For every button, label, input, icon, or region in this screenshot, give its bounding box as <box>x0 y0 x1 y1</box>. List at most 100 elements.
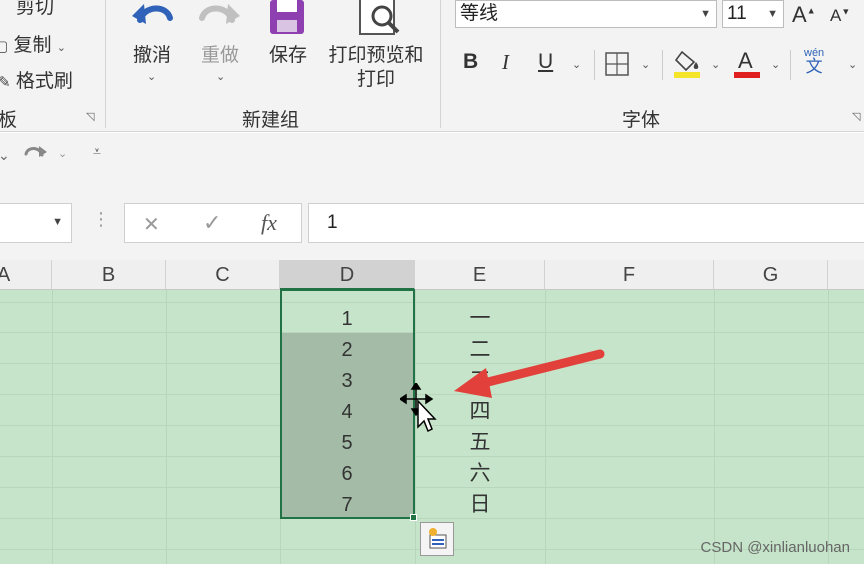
ribbon: 剪切 ▢ 复制 ⌄ ✎ 格式刷 板 ◹ 撤消 ⌄ 重做 ⌄ 保存 打印预览和 打… <box>0 0 864 132</box>
cell-d1[interactable]: 1 <box>280 304 414 334</box>
brush-icon: ✎ <box>0 74 11 91</box>
redo-small-icon[interactable] <box>22 143 48 170</box>
italic-button[interactable]: I <box>502 50 509 75</box>
chevron-down-icon[interactable]: ▼ <box>700 1 711 27</box>
chevron-down-icon[interactable]: ▼ <box>52 216 63 228</box>
column-header-d[interactable]: D <box>280 260 415 290</box>
phonetic-button[interactable]: wén 文 <box>804 46 824 76</box>
cell-e7[interactable]: 日 <box>415 490 545 520</box>
newgroup-label: 新建组 <box>242 110 300 131</box>
underline-dropdown-icon[interactable]: ⌄ <box>572 58 581 71</box>
fill-dropdown-icon[interactable]: ⌄ <box>711 58 720 71</box>
column-header-e[interactable]: E <box>415 260 545 290</box>
grow-font-button[interactable]: A▲ <box>792 2 816 28</box>
print-preview-label[interactable]: 打印预览和 打印 <box>324 44 428 92</box>
format-painter-button[interactable]: ✎ 格式刷 <box>0 66 73 93</box>
copy-label: 复制 <box>13 35 52 56</box>
font-group-label: 字体 <box>622 110 661 131</box>
shrink-font-button[interactable]: A▼ <box>830 6 850 26</box>
save-label[interactable]: 保存 <box>264 44 312 68</box>
move-cursor-icon <box>400 383 437 433</box>
border-dropdown-icon[interactable]: ⌄ <box>641 58 650 71</box>
cell-e1[interactable]: 一 <box>415 304 545 334</box>
undo-dropdown-icon[interactable]: ⌄ <box>147 70 156 83</box>
column-letter: A <box>0 264 11 286</box>
grip-icon: ⋮ <box>92 209 110 229</box>
customize-qat-icon[interactable]: ⩡ <box>93 143 101 160</box>
dialog-launcher-icon[interactable]: ◹ <box>86 110 94 123</box>
group-divider <box>440 0 441 128</box>
grow-font-icon: A <box>792 2 807 27</box>
column-letter: C <box>215 264 230 286</box>
quick-analysis-icon[interactable] <box>420 522 454 556</box>
annotation-arrow <box>454 349 605 398</box>
format-painter-label: 格式刷 <box>15 71 73 92</box>
redo-dropdown-icon: ⌄ <box>216 71 226 83</box>
column-header-g[interactable]: G <box>714 260 828 290</box>
print-preview-label-line2: 打印 <box>356 69 395 90</box>
name-box[interactable]: ▼ <box>0 203 72 243</box>
shrink-font-icon: A <box>830 6 842 25</box>
formula-input[interactable]: 1 <box>308 203 864 243</box>
cell-d5[interactable]: 5 <box>280 428 414 458</box>
watermark: CSDN @xinlianluohan <box>700 539 850 556</box>
cell-e6[interactable]: 六 <box>415 459 545 489</box>
column-header-b[interactable]: B <box>52 260 166 290</box>
column-letter: B <box>101 264 116 286</box>
font-name-combo[interactable]: 等线 ▼ <box>455 0 717 28</box>
bold-button[interactable]: B <box>463 50 478 74</box>
column-header-h[interactable] <box>828 260 864 290</box>
fill-color-icon[interactable] <box>674 48 702 80</box>
print-preview-label-line1: 打印预览和 <box>328 45 424 66</box>
save-icon[interactable] <box>268 0 308 36</box>
enter-icon[interactable]: ✓ <box>203 210 221 236</box>
column-header-c[interactable]: C <box>166 260 280 290</box>
clipboard-group-label: 板 <box>0 110 18 131</box>
chevron-down-icon[interactable]: ⌄ <box>0 147 10 164</box>
cell-d7[interactable]: 7 <box>280 490 414 520</box>
formula-value: 1 <box>327 212 338 233</box>
chevron-down-icon[interactable]: ▼ <box>767 1 778 27</box>
print-preview-icon[interactable] <box>358 0 402 38</box>
group-divider <box>105 0 106 128</box>
font-color-icon[interactable]: A <box>734 48 762 80</box>
quick-access-toolbar: ⌄ ⌄ ⩡ <box>0 133 864 183</box>
chevron-down-icon[interactable]: ⌄ <box>58 147 67 160</box>
font-color-dropdown-icon[interactable]: ⌄ <box>771 58 780 71</box>
fx-icon[interactable]: fx <box>261 210 277 236</box>
gridline <box>0 302 864 303</box>
column-letter: F <box>622 264 636 286</box>
phonetic-char: 文 <box>805 57 823 76</box>
underline-button[interactable]: U <box>538 50 553 74</box>
divider <box>790 50 791 80</box>
cell-d2[interactable]: 2 <box>280 335 414 365</box>
formula-controls: ✕ ✓ fx <box>124 203 302 243</box>
column-header-a[interactable]: A <box>0 260 52 290</box>
undo-icon[interactable] <box>130 0 176 40</box>
copy-button[interactable]: ▢ 复制 ⌄ <box>0 30 66 57</box>
font-size-value: 11 <box>727 3 747 24</box>
formula-bar-area: ▼ ⋮ ✕ ✓ fx 1 <box>0 183 864 260</box>
divider <box>662 50 663 80</box>
font-name-value: 等线 <box>460 3 499 24</box>
cell-d3[interactable]: 3 <box>280 366 414 396</box>
undo-label[interactable]: 撤消 <box>128 44 176 68</box>
cut-label: 剪切 <box>16 0 55 18</box>
phonetic-dropdown-icon[interactable]: ⌄ <box>848 58 857 71</box>
chevron-down-icon: ⌄ <box>56 42 66 54</box>
divider <box>594 50 595 80</box>
column-letter: E <box>472 264 487 286</box>
column-letter: G <box>762 264 779 286</box>
font-size-combo[interactable]: 11 ▼ <box>722 0 784 28</box>
svg-text:A: A <box>738 48 753 73</box>
column-letter: D <box>339 264 355 286</box>
border-icon[interactable] <box>605 52 629 81</box>
redo-label: 重做 <box>200 45 239 66</box>
cell-d4[interactable]: 4 <box>280 397 414 427</box>
redo-icon[interactable] <box>196 0 242 40</box>
cell-d6[interactable]: 6 <box>280 459 414 489</box>
cancel-icon[interactable]: ✕ <box>143 212 160 237</box>
cut-button[interactable]: 剪切 <box>16 0 54 19</box>
column-header-f[interactable]: F <box>545 260 714 290</box>
dialog-launcher-icon[interactable]: ◹ <box>852 110 860 123</box>
